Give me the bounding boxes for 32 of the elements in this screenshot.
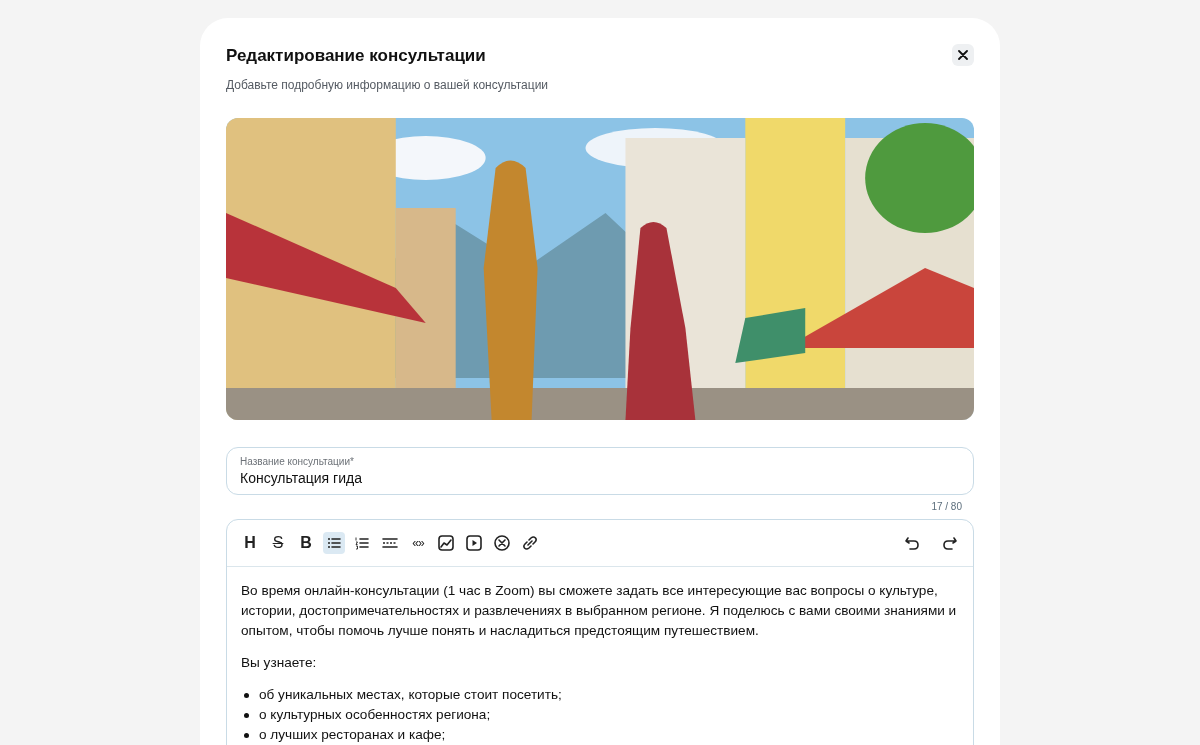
redo-icon [942,535,958,551]
paragraph: Во время онлайн-консультации (1 час в Zoom) вы сможете задать все интересующие вас вопросы о культуре, истории, достопримечательностях и развлечениях в выбранном регионе. Я поделюсь с вами своими знаниями и опытом, чтобы помочь лучше понять и насладиться предстоящим путешествием. [241,582,958,640]
widget-icon [494,535,510,551]
quote-button[interactable]: «» [407,532,429,554]
play-icon [466,535,482,551]
dialog-title: Редактирование консультации [226,45,486,66]
list-item: об уникальных местах, которые стоит посетить; [259,686,562,704]
undo-icon [904,535,920,551]
heading-button[interactable]: H [239,532,261,554]
widget-button[interactable] [491,532,513,554]
character-counter: 17 / 80 [930,501,962,512]
dialog-subtitle: Добавьте подробную информацию о вашей консультации [226,78,550,92]
bullet-icon [244,712,249,718]
play-button[interactable] [463,532,485,554]
bullet-icon [244,692,249,698]
bullet-list-icon [326,535,342,551]
bold-button[interactable]: B [295,532,317,554]
image-button[interactable] [435,532,457,554]
paragraph: Вы узнаете: [241,654,318,672]
bullet-list-button[interactable] [323,532,345,554]
bullet-icon [244,732,249,738]
title-field[interactable]: Название консультации* Консультация гида [226,447,974,495]
close-button[interactable] [952,44,974,66]
divider-icon [382,535,398,551]
image-icon [438,535,454,551]
list-item: о лучших ресторанах и кафе; [259,726,446,744]
numbered-list-icon [354,535,370,551]
strikethrough-button[interactable]: S [267,532,289,554]
list-item: о культурных особенностях региона; [259,706,491,724]
close-icon [958,50,968,60]
field-label: Название консультации* [240,456,355,467]
link-icon [522,535,538,551]
